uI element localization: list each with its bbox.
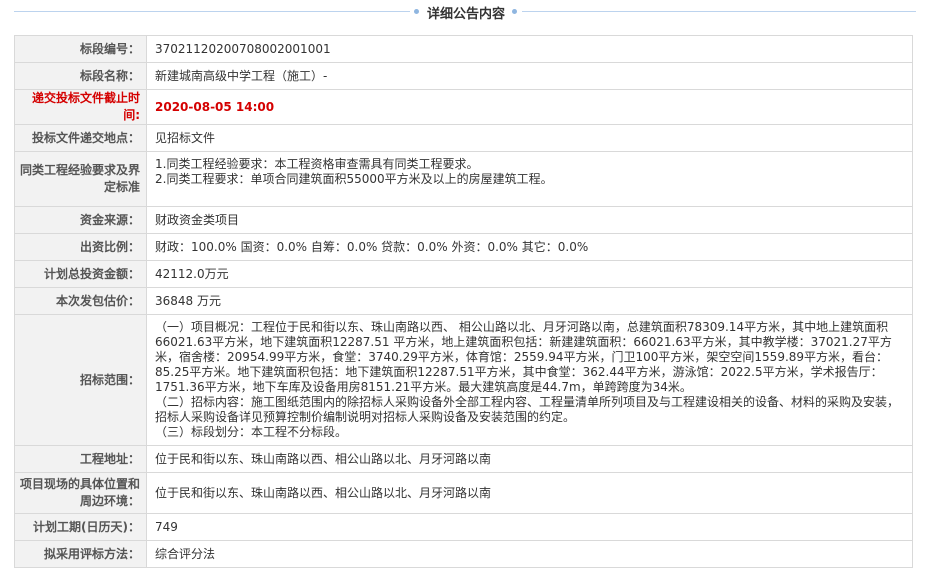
row-label: 工程地址： <box>14 445 147 473</box>
scope-paragraph: （一）项目概况：工程位于民和街以东、珠山南路以西、 相公山路以北、月牙河路以南，… <box>155 320 892 394</box>
row-label: 计划总投资金额： <box>14 260 147 288</box>
row-value: 749 <box>146 513 913 541</box>
table-row: 标段名称： 新建城南高级中学工程（施工）- <box>14 62 913 90</box>
row-label: 拟采用评标方法： <box>14 540 147 568</box>
row-value: 42112.0万元 <box>146 260 913 288</box>
requirement-line: 2.同类工程要求：单项合同建筑面积55000平方米及以上的房屋建筑工程。 <box>155 172 553 186</box>
row-value: 综合评分法 <box>146 540 913 568</box>
row-label: 标段编号： <box>14 35 147 63</box>
row-value: 370211202007080020010​01 <box>146 35 913 63</box>
scope-paragraph: （二）招标内容：施工图纸范围内的除招标人采购设备外全部工程内容、工程量清单所列项… <box>155 395 900 424</box>
row-label: 本次发包估价： <box>14 287 147 315</box>
row-label: 计划工期(日历天)： <box>14 513 147 541</box>
table-row: 标段编号： 370211202007080020010​01 <box>14 35 913 63</box>
header-dot-right <box>512 9 517 14</box>
section-header: 详细公告内容 <box>14 0 916 24</box>
row-label: 项目现场的具体位置和周边环境： <box>14 472 147 514</box>
row-value: 财政：100.0% 国资：0.0% 自筹：0.0% 贷款：0.0% 外资：0.0… <box>146 233 913 261</box>
row-label: 标段名称： <box>14 62 147 90</box>
table-row: 工程地址： 位于民和街以东、珠山南路以西、相公山路以北、月牙河路以南 <box>14 445 913 473</box>
row-value-deadline: 2020-08-05 14:00 <box>146 89 913 125</box>
table-row: 招标范围： （一）项目概况：工程位于民和街以东、珠山南路以西、 相公山路以北、月… <box>14 314 913 446</box>
row-value: 位于民和街以东、珠山南路以西、相公山路以北、月牙河路以南 <box>146 472 913 514</box>
header-divider-right <box>522 11 916 12</box>
requirement-line: 1.同类工程经验要求：本工程资格审查需具有同类工程要求。 <box>155 157 479 171</box>
row-label: 招标范围： <box>14 314 147 446</box>
row-value: 36848 万元 <box>146 287 913 315</box>
table-row: 本次发包估价： 36848 万元 <box>14 287 913 315</box>
header-divider-left <box>14 11 410 12</box>
row-value: 1.同类工程经验要求：本工程资格审查需具有同类工程要求。 2.同类工程要求：单项… <box>146 151 913 207</box>
table-row: 计划工期(日历天)： 749 <box>14 513 913 541</box>
row-label-deadline: 递交投标文件截止时间: <box>14 89 147 125</box>
table-row: 拟采用评标方法： 综合评分法 <box>14 540 913 568</box>
row-value: （一）项目概况：工程位于民和街以东、珠山南路以西、 相公山路以北、月牙河路以南，… <box>146 314 913 446</box>
table-row: 资金来源： 财政资金类项目 <box>14 206 913 234</box>
announcement-detail-table: 标段编号： 370211202007080020010​01 标段名称： 新建城… <box>14 35 913 568</box>
row-value: 见招标文件 <box>146 124 913 152</box>
scope-paragraph: （三）标段划分：本工程不分标段。 <box>155 425 348 439</box>
row-value: 新建城南高级中学工程（施工）- <box>146 62 913 90</box>
row-value: 财政资金类项目 <box>146 206 913 234</box>
table-row: 项目现场的具体位置和周边环境： 位于民和街以东、珠山南路以西、相公山路以北、月牙… <box>14 472 913 514</box>
table-row: 投标文件递交地点： 见招标文件 <box>14 124 913 152</box>
row-label: 资金来源： <box>14 206 147 234</box>
row-label: 同类工程经验要求及界定标准 <box>14 151 147 207</box>
table-row: 出资比例： 财政：100.0% 国资：0.0% 自筹：0.0% 贷款：0.0% … <box>14 233 913 261</box>
row-label: 出资比例： <box>14 233 147 261</box>
table-row: 同类工程经验要求及界定标准 1.同类工程经验要求：本工程资格审查需具有同类工程要… <box>14 151 913 207</box>
header-dot-left <box>414 9 419 14</box>
table-row: 计划总投资金额： 42112.0万元 <box>14 260 913 288</box>
row-label: 投标文件递交地点： <box>14 124 147 152</box>
section-title: 详细公告内容 <box>426 7 505 22</box>
table-row: 递交投标文件截止时间: 2020-08-05 14:00 <box>14 89 913 125</box>
row-value: 位于民和街以东、珠山南路以西、相公山路以北、月牙河路以南 <box>146 445 913 473</box>
